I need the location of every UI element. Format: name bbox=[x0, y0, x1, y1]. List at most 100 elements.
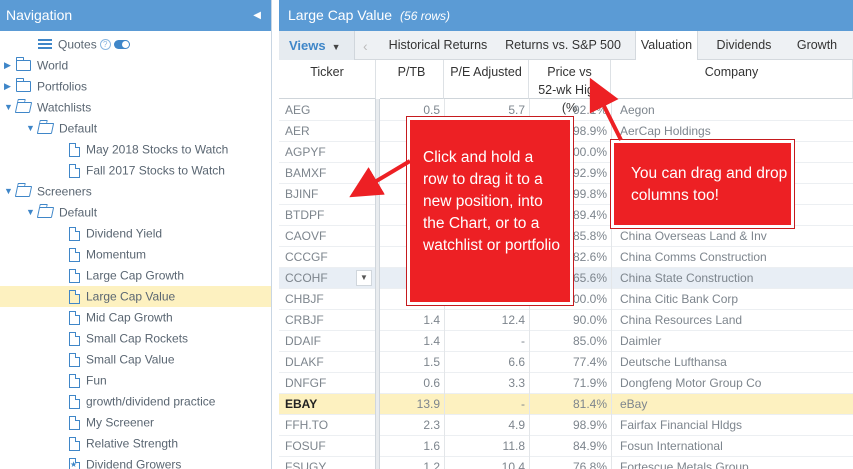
expand-icon[interactable]: ▶ bbox=[4, 55, 16, 76]
price-vs-high-cell: 98.9% bbox=[572, 418, 607, 432]
help-icon[interactable]: ? bbox=[99, 39, 111, 51]
list-icon bbox=[38, 39, 52, 50]
document-icon bbox=[69, 331, 80, 346]
ticker-cell: CAOVF bbox=[285, 229, 327, 243]
frozen-column-divider[interactable] bbox=[375, 99, 380, 469]
tab-historical-returns[interactable]: Historical Returns bbox=[383, 31, 493, 60]
collapse-icon[interactable]: ▼ bbox=[4, 181, 16, 202]
quotes-toggle[interactable] bbox=[113, 40, 130, 50]
nav-item[interactable]: ▼ Default bbox=[26, 202, 97, 223]
nav-item[interactable]: Quotes? bbox=[26, 34, 130, 55]
ticker-cell: CRBJF bbox=[285, 313, 324, 327]
nav-item-label: Dividend Yield bbox=[86, 226, 163, 241]
nav-item[interactable]: Large Cap Value bbox=[0, 286, 271, 307]
callout-text: You can drag and drop columns too! bbox=[631, 165, 788, 204]
ptb-cell: 13.9 bbox=[416, 397, 440, 411]
nav-item[interactable]: Fun bbox=[49, 370, 107, 391]
collapse-icon[interactable]: ▼ bbox=[26, 118, 38, 139]
views-label: Views bbox=[289, 38, 326, 53]
tab-growth[interactable]: Growth bbox=[787, 31, 847, 60]
nav-item[interactable]: Small Cap Value bbox=[49, 349, 175, 370]
nav-item-label: Dividend Growers bbox=[86, 457, 182, 469]
document-icon bbox=[69, 415, 80, 430]
nav-item-label: May 2018 Stocks to Watch bbox=[86, 142, 229, 157]
nav-item[interactable]: My Screener bbox=[49, 412, 154, 433]
folder-open-icon bbox=[36, 207, 55, 219]
pe-adjusted-cell: 11.8 bbox=[502, 439, 525, 453]
pe-adjusted-cell: 6.6 bbox=[508, 355, 525, 369]
views-dropdown-button[interactable]: Views ▼ bbox=[279, 31, 355, 60]
pe-adjusted-cell: 10.4 bbox=[501, 460, 525, 469]
nav-item-label: Fall 2017 Stocks to Watch bbox=[86, 163, 225, 178]
column-header-ptb[interactable]: P/TB bbox=[380, 60, 444, 99]
ptb-cell: 1.2 bbox=[423, 460, 440, 469]
callout-drag-columns: You can drag and drop columns too! bbox=[611, 140, 794, 228]
table-row[interactable]: DLAKF 1.5 6.6 77.4% Deutsche Lufthansa bbox=[279, 352, 853, 373]
table-row[interactable]: CRBJF 1.4 12.4 90.0% China Resources Land bbox=[279, 310, 853, 331]
tab-valuation[interactable]: Valuation bbox=[635, 31, 698, 61]
nav-item[interactable]: Dividend Yield bbox=[49, 223, 162, 244]
table-row[interactable]: FOSUF 1.6 11.8 84.9% Fosun International bbox=[279, 436, 853, 457]
ptb-cell: 1.4 bbox=[423, 334, 440, 348]
nav-item-label: My Screener bbox=[86, 415, 155, 430]
chevron-down-icon[interactable]: ▼ bbox=[356, 270, 372, 286]
table-row[interactable]: DNFGF 0.6 3.3 71.9% Dongfeng Motor Group Co bbox=[279, 373, 853, 394]
nav-item-label: Default bbox=[59, 205, 98, 220]
column-header-label: P/TB bbox=[397, 65, 426, 79]
company-cell: Fortescue Metals Group bbox=[611, 457, 853, 469]
column-header-company[interactable]: Company bbox=[611, 60, 853, 99]
document-icon bbox=[69, 289, 80, 304]
nav-item-label: World bbox=[37, 58, 69, 73]
tab-returns-vs-s-p-500[interactable]: Returns vs. S&P 500 bbox=[501, 31, 625, 60]
pe-adjusted-cell: - bbox=[521, 334, 525, 348]
table-row[interactable]: FFH.TO 2.3 4.9 98.9% Fairfax Financial Hldgs bbox=[279, 415, 853, 436]
caret-down-icon: ▼ bbox=[331, 42, 341, 52]
scroll-tabs-left-icon[interactable]: ‹ bbox=[363, 31, 368, 60]
ptb-cell: 2.3 bbox=[423, 418, 440, 432]
nav-item[interactable]: ▶ Portfolios bbox=[4, 76, 87, 97]
navigation-title: Navigation bbox=[6, 7, 73, 23]
pe-adjusted-cell: - bbox=[521, 397, 525, 411]
collapse-panel-icon[interactable]: ◀ bbox=[253, 0, 261, 31]
company-cell: China Comms Construction bbox=[611, 247, 853, 268]
expand-icon[interactable]: ▶ bbox=[4, 76, 16, 97]
nav-item[interactable]: Mid Cap Growth bbox=[49, 307, 173, 328]
table-row[interactable]: DDAIF 1.4 - 85.0% Daimler bbox=[279, 331, 853, 352]
column-header-price-vs-high[interactable]: Price vs 52-wk High (% bbox=[529, 60, 611, 115]
screener-title: Large Cap Value bbox=[288, 7, 393, 23]
document-icon bbox=[69, 373, 80, 388]
nav-item-label: Mid Cap Growth bbox=[86, 310, 173, 325]
nav-item[interactable]: growth/dividend practice bbox=[49, 391, 215, 412]
nav-item[interactable]: ▼ Watchlists bbox=[4, 97, 91, 118]
ticker-cell: DNFGF bbox=[285, 376, 327, 390]
column-header-pe-adjusted[interactable]: P/E Adjusted bbox=[444, 60, 529, 99]
company-cell: China Resources Land bbox=[611, 310, 853, 331]
folder-open-icon bbox=[14, 102, 33, 114]
nav-item-label: Small Cap Value bbox=[86, 352, 175, 367]
nav-item[interactable]: Large Cap Growth bbox=[49, 265, 184, 286]
folder-open-icon bbox=[14, 186, 33, 198]
column-header-ticker[interactable]: Ticker bbox=[279, 60, 376, 99]
tab-dividends[interactable]: Dividends bbox=[706, 31, 782, 60]
nav-item[interactable]: Dividend Growers bbox=[49, 454, 181, 469]
document-icon bbox=[69, 436, 80, 451]
nav-item[interactable]: Small Cap Rockets bbox=[49, 328, 188, 349]
nav-item[interactable]: ▶ World bbox=[4, 55, 68, 76]
nav-item[interactable]: Fall 2017 Stocks to Watch bbox=[49, 160, 225, 181]
collapse-icon[interactable]: ▼ bbox=[26, 202, 38, 223]
price-vs-high-cell: 81.4% bbox=[572, 397, 607, 411]
nav-item[interactable]: Relative Strength bbox=[49, 433, 178, 454]
nav-item[interactable]: Momentum bbox=[49, 244, 146, 265]
table-row[interactable]: EBAY 13.9 - 81.4% eBay bbox=[279, 394, 853, 415]
nav-item-label: Default bbox=[59, 121, 98, 136]
table-row[interactable]: FSUGY 1.2 10.4 76.8% Fortescue Metals Group bbox=[279, 457, 853, 469]
ticker-cell: AEG bbox=[285, 103, 311, 117]
column-header-label: Price vs bbox=[547, 65, 592, 79]
nav-item[interactable]: ▼ Screeners bbox=[4, 181, 92, 202]
company-cell: China Overseas Land & Inv bbox=[611, 226, 853, 247]
ticker-cell: FFH.TO bbox=[285, 418, 329, 432]
nav-item[interactable]: May 2018 Stocks to Watch bbox=[49, 139, 228, 160]
nav-item[interactable]: ▼ Default bbox=[26, 118, 97, 139]
document-icon bbox=[69, 352, 80, 367]
collapse-icon[interactable]: ▼ bbox=[4, 97, 16, 118]
